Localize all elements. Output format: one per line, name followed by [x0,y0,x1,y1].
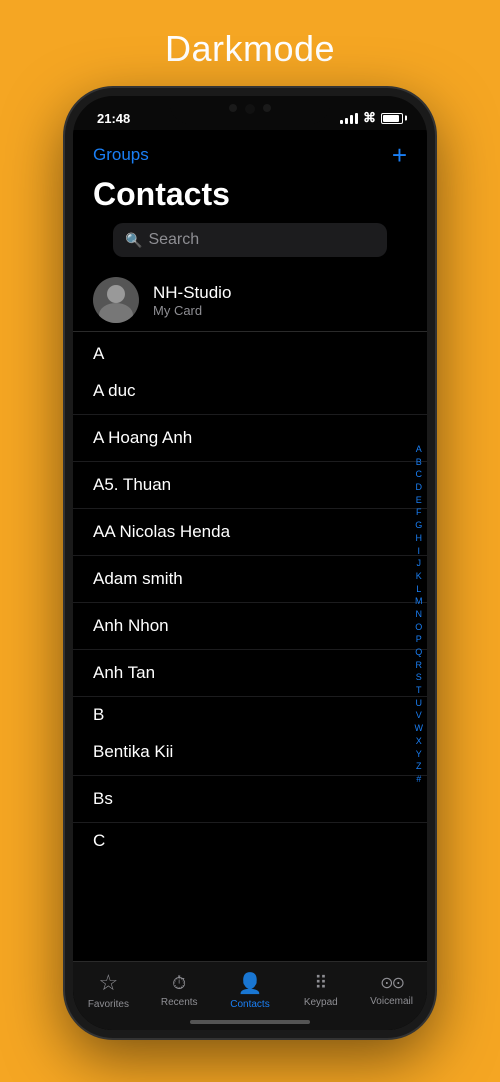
keypad-label: Keypad [304,997,338,1008]
notch-camera [245,104,255,114]
home-indicator [190,1020,310,1024]
alpha-letter-s[interactable]: S [416,673,422,685]
contact-aa-nicolas-henda[interactable]: AA Nicolas Henda [73,509,427,556]
status-time: 21:48 [97,111,130,126]
my-card-info: NH-Studio My Card [153,283,231,318]
section-header-b: B [73,697,427,729]
notch-dot-2 [263,104,271,112]
phone-notch [170,96,330,124]
voicemail-label: Voicemail [370,996,413,1007]
signal-bar-3 [350,115,353,124]
add-button[interactable]: + [392,142,407,168]
favorites-icon: ☆ [99,970,119,996]
my-card-name: NH-Studio [153,283,231,303]
phone-frame: 21:48 ⌘ Groups + Contacts 🔍 [65,88,435,1038]
contact-a5-thuan[interactable]: A5. Thuan [73,462,427,509]
contacts-label: Contacts [230,999,269,1010]
my-card-row[interactable]: NH-Studio My Card [73,269,427,332]
app-content: Groups + Contacts 🔍 Search NH-Studio My … [73,130,427,1030]
contacts-title: Contacts [93,176,407,213]
groups-link[interactable]: Groups [93,145,149,165]
alpha-letter-q[interactable]: Q [415,647,422,659]
notch-dot-1 [229,104,237,112]
alpha-letter-y[interactable]: Y [416,749,422,761]
contact-a-duc[interactable]: A duc [73,368,427,415]
alpha-letter-o[interactable]: O [415,622,422,634]
alpha-letter-v[interactable]: V [416,711,422,723]
search-placeholder: Search [148,231,199,249]
tab-favorites[interactable]: ☆ Favorites [73,970,144,1010]
contact-anh-nhon[interactable]: Anh Nhon [73,603,427,650]
my-card-subtitle: My Card [153,303,231,318]
alpha-letter-m[interactable]: M [415,596,423,608]
wifi-icon: ⌘ [363,110,376,126]
alpha-letter-p[interactable]: P [416,635,422,647]
tab-recents[interactable]: ⏱ Recents [144,973,215,1008]
favorites-label: Favorites [88,999,129,1010]
contact-adam-smith[interactable]: Adam smith [73,556,427,603]
section-header-a: A [73,336,427,368]
tab-voicemail[interactable]: ⊙⊙ Voicemail [356,973,427,1007]
voicemail-icon: ⊙⊙ [380,973,403,993]
alpha-letter-e[interactable]: E [416,495,422,507]
alpha-letter-j[interactable]: J [417,558,422,570]
signal-bar-4 [355,113,358,124]
search-bar[interactable]: 🔍 Search [113,223,387,257]
contact-anh-tan[interactable]: Anh Tan [73,650,427,697]
tab-contacts[interactable]: 👤 Contacts [215,971,286,1010]
avatar [93,277,139,323]
contact-list[interactable]: NH-Studio My Card A A duc A Hoang Anh A5… [73,269,427,961]
alpha-letter-t[interactable]: T [416,685,422,697]
alpha-letter-w[interactable]: W [415,723,424,735]
contact-a-hoang-anh[interactable]: A Hoang Anh [73,415,427,462]
status-right-icons: ⌘ [340,110,403,126]
alpha-letter-n[interactable]: N [416,609,423,621]
alpha-letter-k[interactable]: K [416,571,422,583]
signal-bar-1 [340,120,343,124]
alphabet-index[interactable]: ABCDEFGHIJKLMNOPQRSTUVWXYZ# [415,444,424,786]
notch-dots [229,104,271,114]
alpha-letter-z[interactable]: Z [416,761,422,773]
section-header-c: C [73,823,427,855]
groups-row: Groups + [93,138,407,172]
alpha-letter-f[interactable]: F [416,508,422,520]
alpha-letter-#[interactable]: # [416,774,421,786]
alpha-letter-c[interactable]: C [416,470,423,482]
search-icon: 🔍 [125,232,142,249]
recents-icon: ⏱ [172,973,186,994]
contacts-icon: 👤 [238,971,263,996]
tab-keypad[interactable]: ⠿ Keypad [285,973,356,1008]
alpha-letter-u[interactable]: U [416,698,423,710]
alpha-letter-b[interactable]: B [416,457,422,469]
alpha-letter-r[interactable]: R [416,660,423,672]
alpha-letter-i[interactable]: I [417,546,420,558]
alpha-letter-a[interactable]: A [416,444,422,456]
contact-bentika-kii[interactable]: Bentika Kii [73,729,427,776]
signal-bar-2 [345,118,348,124]
contact-bs[interactable]: Bs [73,776,427,823]
alpha-letter-x[interactable]: X [416,736,422,748]
page-title: Darkmode [165,28,335,70]
alpha-letter-l[interactable]: L [416,584,421,596]
contacts-header: Groups + Contacts 🔍 Search [73,130,427,269]
keypad-icon: ⠿ [314,973,327,994]
alpha-letter-g[interactable]: G [415,520,422,532]
recents-label: Recents [161,997,198,1008]
battery-fill [383,115,399,122]
signal-bars [340,112,358,124]
battery-icon [381,113,403,124]
alpha-letter-h[interactable]: H [416,533,423,545]
alpha-letter-d[interactable]: D [416,482,423,494]
